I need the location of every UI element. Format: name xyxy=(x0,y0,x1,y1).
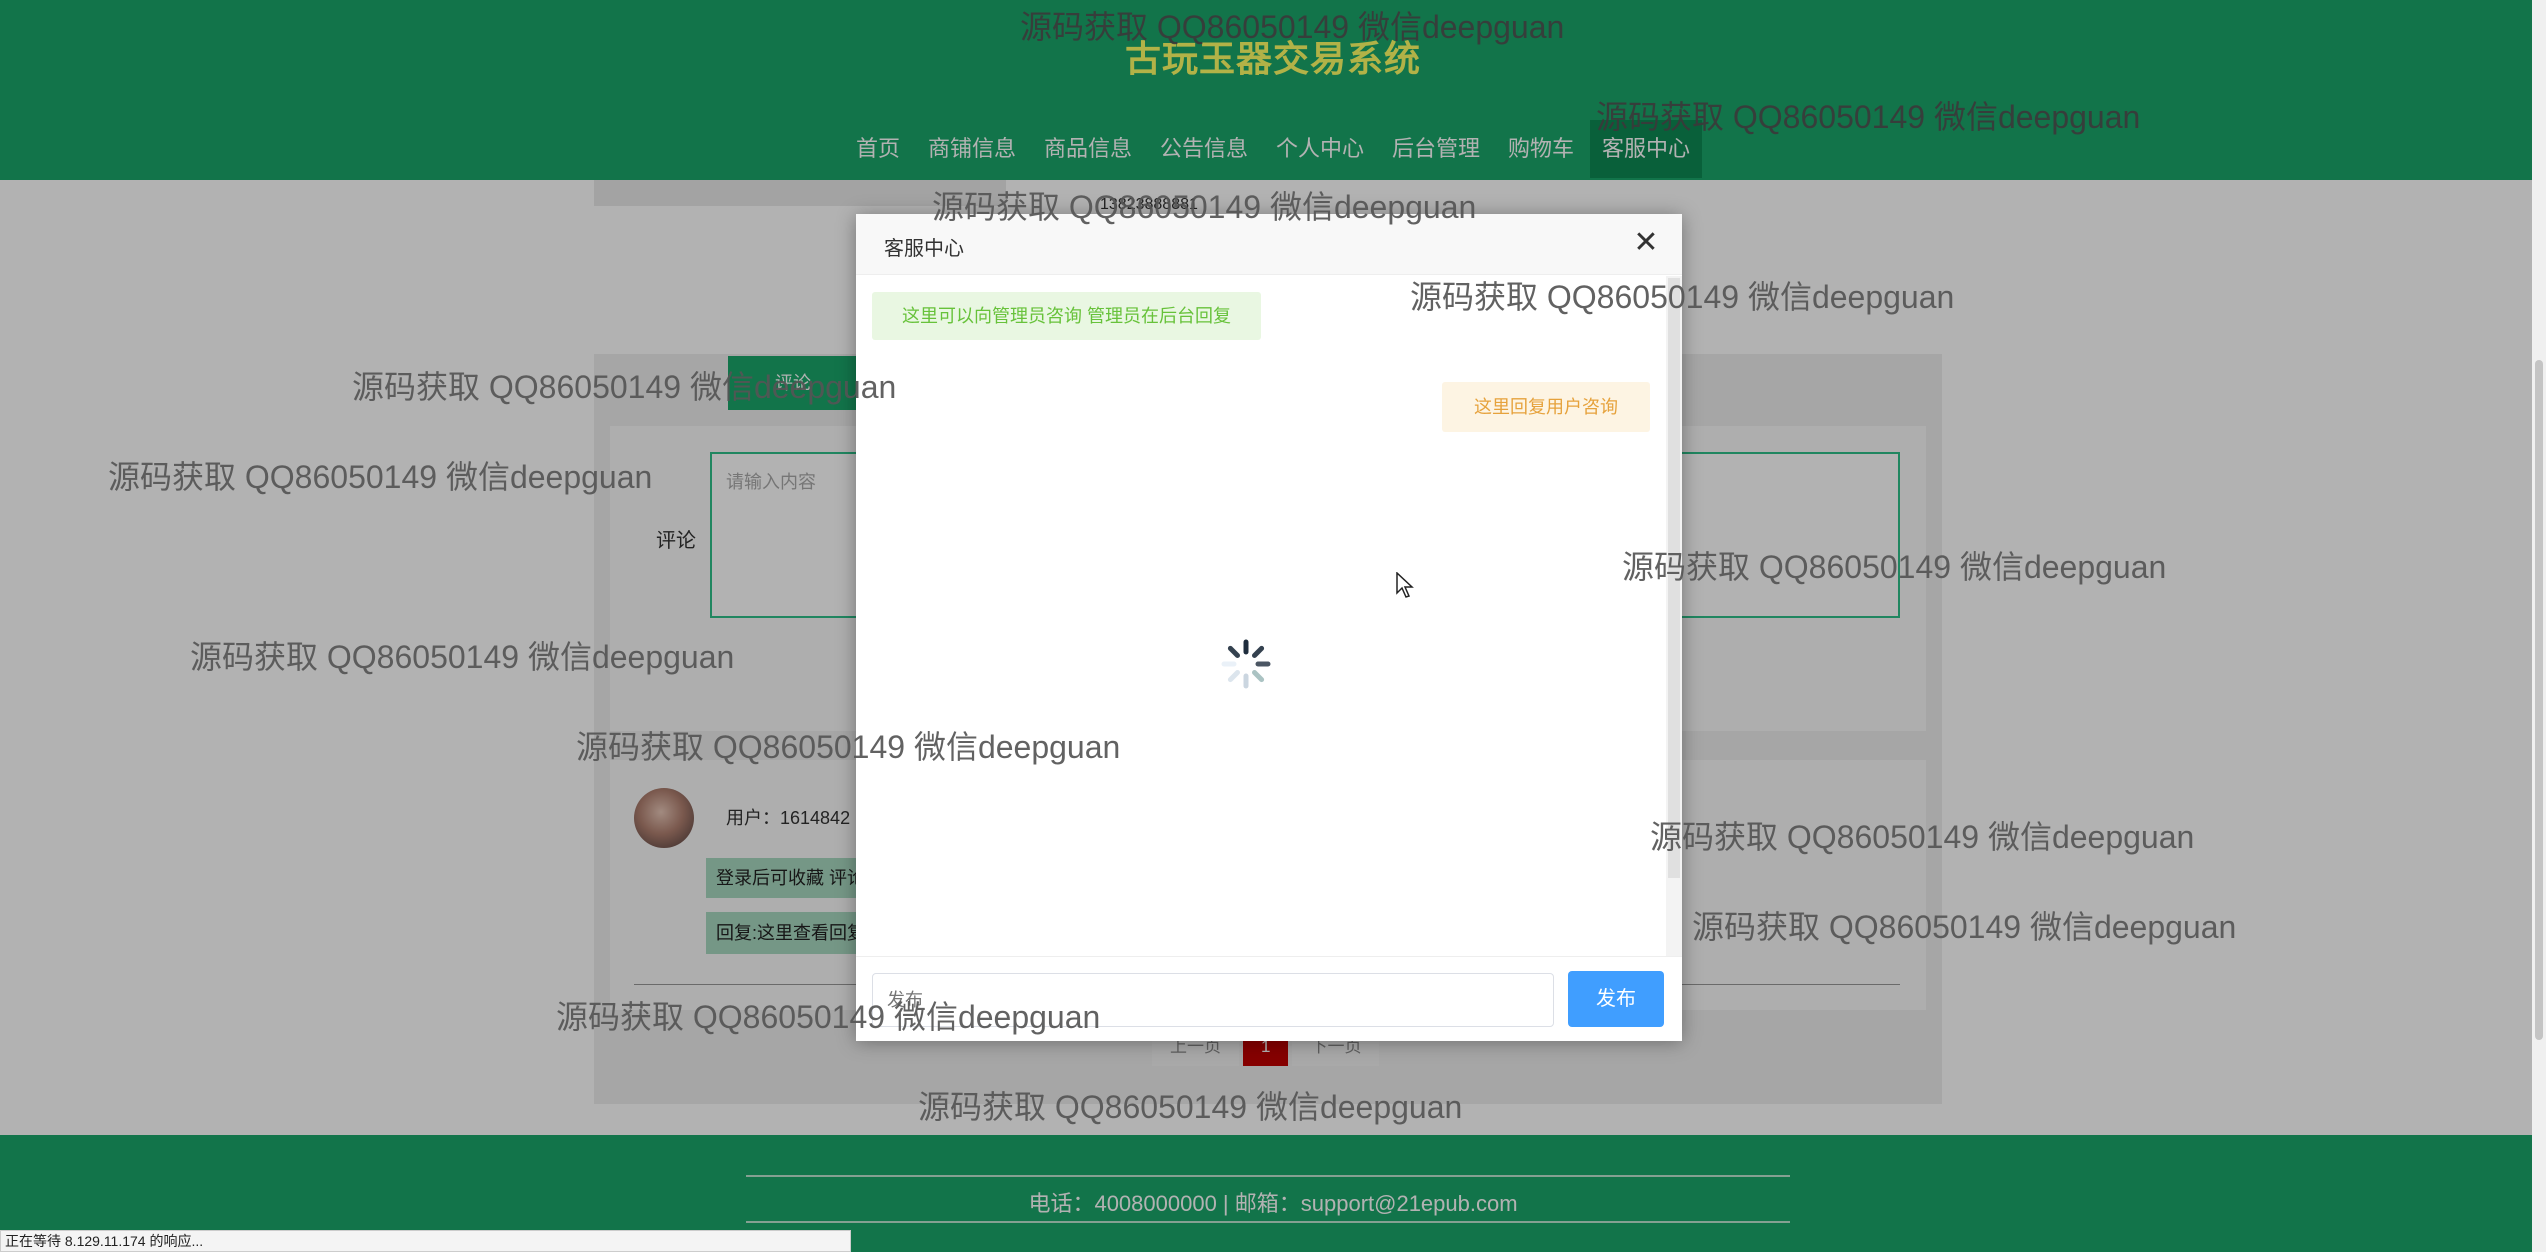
user-message: 这里回复用户咨询 xyxy=(1442,382,1650,432)
close-icon[interactable]: ✕ xyxy=(1630,228,1662,260)
watermark: 源码获取 QQ86050149 微信deepguan xyxy=(1622,549,2167,585)
admin-message: 这里可以向管理员咨询 管理员在后台回复 xyxy=(872,292,1261,340)
watermark: 源码获取 QQ86050149 微信deepguan xyxy=(556,999,1101,1035)
watermark: 源码获取 QQ86050149 微信deepguan xyxy=(1410,279,1955,315)
watermark: 源码获取 QQ86050149 微信deepguan xyxy=(918,1089,1463,1125)
chat-message-area[interactable]: 这里可以向管理员咨询 管理员在后台回复 这里回复用户咨询 xyxy=(856,276,1666,956)
watermark: 源码获取 QQ86050149 微信deepguan xyxy=(108,459,653,495)
loading-spinner-icon xyxy=(1221,639,1271,689)
customer-service-dialog: 客服中心 ✕ 这里可以向管理员咨询 管理员在后台回复 这里回复用户咨询 发布 xyxy=(856,214,1682,1041)
dialog-title: 客服中心 xyxy=(884,238,964,260)
watermark: 源码获取 QQ86050149 微信deepguan xyxy=(352,369,897,405)
watermark: 源码获取 QQ86050149 微信deepguan xyxy=(576,729,1121,765)
page-scrollbar-thumb[interactable] xyxy=(2535,360,2543,1040)
mouse-cursor-icon xyxy=(1396,572,1414,598)
watermark: 源码获取 QQ86050149 微信deepguan xyxy=(1650,819,2195,855)
watermark: 源码获取 QQ86050149 微信deepguan xyxy=(1596,99,2141,135)
send-button[interactable]: 发布 xyxy=(1568,971,1664,1027)
watermark: 源码获取 QQ86050149 微信deepguan xyxy=(1692,909,2237,945)
watermark: 源码获取 QQ86050149 微信deepguan xyxy=(932,189,1477,225)
watermark: 源码获取 QQ86050149 微信deepguan xyxy=(190,639,735,675)
browser-status-bar: 正在等待 8.129.11.174 的响应... xyxy=(0,1230,851,1252)
watermark: 源码获取 QQ86050149 微信deepguan xyxy=(1020,9,1565,45)
